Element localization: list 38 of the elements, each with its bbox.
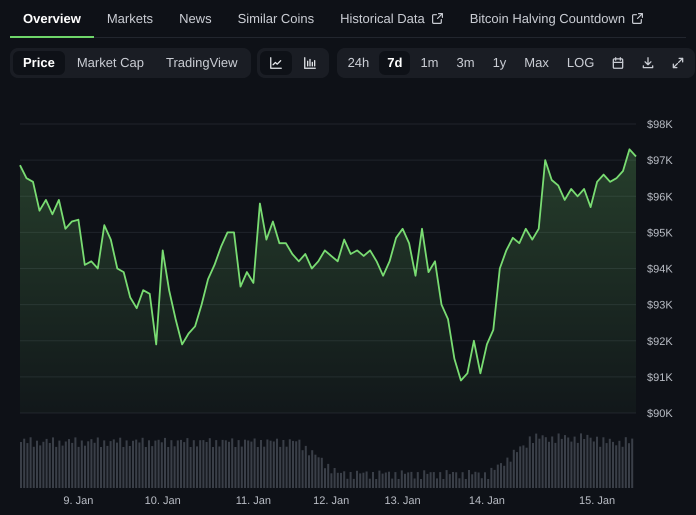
tab[interactable]: Historical Data [327,0,457,37]
x-axis-label: 10. Jan [144,495,181,507]
y-axis-label: $93K [647,300,673,312]
x-axis-label: 14. Jan [468,495,505,507]
tab[interactable]: Similar Coins [224,0,328,37]
range-tab[interactable]: 24h [340,51,378,75]
y-axis-label: $91K [647,372,673,384]
tab[interactable]: Markets [94,0,166,37]
y-axis-label: $96K [647,191,673,204]
range-tab[interactable]: LOG [558,51,602,75]
tab[interactable]: Bitcoin Halving Countdown [456,0,658,37]
range-tab[interactable]: 1m [412,51,446,75]
calendar-icon [611,56,626,70]
y-axis-label: $98K [647,119,673,131]
bar-chart-icon [302,56,317,70]
tab[interactable]: News [166,0,225,37]
y-axis-label: $90K [647,408,673,420]
chart-type-tab[interactable]: TradingView [156,51,248,75]
x-axis-label: 11. Jan [236,495,272,507]
chart-type-tab[interactable]: Price [13,51,65,75]
x-axis-label: 13. Jan [384,495,421,507]
download-icon [641,56,656,70]
line-chart-icon [268,56,283,70]
range-tab[interactable]: 1y [484,51,514,75]
tab[interactable]: Overview [10,0,94,37]
y-axis-label: $92K [647,336,673,348]
range-tab[interactable]: 3m [448,51,483,75]
y-axis-label: $95K [647,227,673,240]
line-chart-button[interactable] [260,51,292,75]
chart-type-tab[interactable]: Market Cap [66,51,154,75]
x-axis-label: 12. Jan [313,495,350,507]
range-tab[interactable]: 7d [379,51,410,75]
x-axis-label: 15. Jan [579,495,616,507]
expand-icon [671,56,686,70]
x-axis-label: 9. Jan [63,495,94,507]
range-tab[interactable]: Max [516,51,557,75]
y-axis-label: $94K [647,264,673,276]
y-axis-label: $97K [647,155,673,168]
